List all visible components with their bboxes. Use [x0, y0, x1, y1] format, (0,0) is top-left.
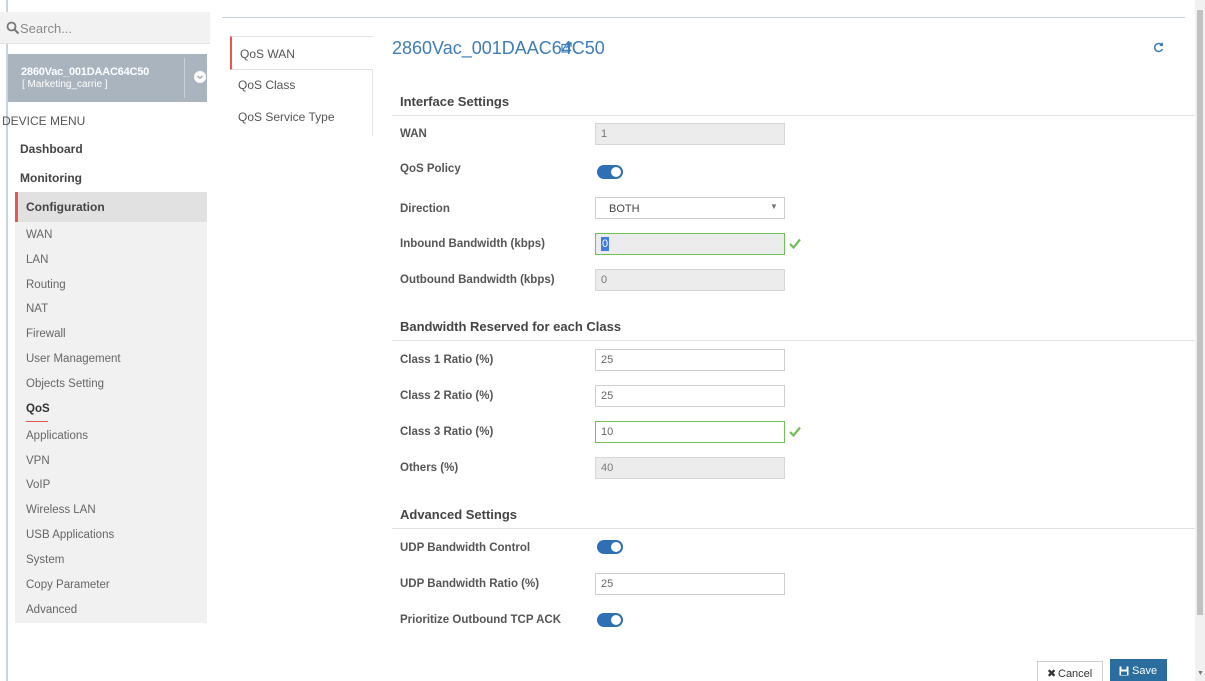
section-divider [392, 115, 1195, 116]
search-box[interactable]: Search... [0, 12, 210, 44]
chevron-down-icon[interactable] [194, 71, 206, 83]
direction-value: BOTH [609, 203, 640, 215]
menu-item-monitoring[interactable]: Monitoring [20, 171, 82, 185]
toggle-knob [611, 542, 621, 552]
save-button-label: Save [1132, 665, 1158, 677]
direction-label: Direction [400, 203, 450, 215]
device-menu-title: DEVICE MENU [2, 114, 86, 128]
device-name: 2860Vac_001DAAC64C50 [21, 66, 150, 78]
others-field: 40 [595, 457, 785, 479]
scrollbar[interactable]: ▼ [1195, 0, 1205, 681]
udp-bandwidth-control-label: UDP Bandwidth Control [400, 542, 531, 554]
qos-policy-toggle[interactable] [597, 165, 623, 179]
submenu-item-system[interactable]: System [26, 554, 64, 566]
udp-bandwidth-control-toggle[interactable] [597, 540, 623, 554]
tab-qos-class-label: QoS Class [238, 78, 296, 92]
check-icon [789, 238, 801, 249]
qos-tabs: QoS WAN QoS Class QoS Service Type [230, 36, 373, 136]
save-icon [1119, 666, 1129, 676]
menu-item-configuration[interactable]: Configuration [15, 192, 207, 222]
submenu-item-vpn[interactable]: VPN [26, 455, 50, 467]
active-indicator [26, 421, 48, 422]
page-title: 2860Vac_001DAAC64C50 [392, 38, 605, 58]
submenu-item-usb-applications[interactable]: USB Applications [26, 529, 114, 541]
tab-qos-wan[interactable]: QoS WAN [230, 36, 373, 70]
submenu-item-objects-setting[interactable]: Objects Setting [26, 378, 104, 390]
udp-bandwidth-ratio-field[interactable]: 25 [595, 573, 785, 595]
class1-ratio-label: Class 1 Ratio (%) [400, 354, 494, 366]
save-button[interactable]: Save [1110, 659, 1167, 681]
cancel-button[interactable]: ✖ Cancel [1037, 661, 1103, 681]
menu-item-dashboard[interactable]: Dashboard [20, 142, 83, 156]
class2-ratio-field[interactable]: 25 [595, 385, 785, 407]
submenu-item-user-management[interactable]: User Management [26, 353, 121, 365]
others-label: Others (%) [400, 462, 459, 474]
section-title-interface-settings: Interface Settings [400, 94, 510, 109]
tab-qos-wan-label: QoS WAN [240, 47, 295, 61]
scroll-down-icon[interactable]: ▼ [1197, 670, 1204, 677]
tab-qos-service-type-label: QoS Service Type [238, 110, 335, 124]
section-title-advanced-settings: Advanced Settings [400, 507, 518, 522]
check-icon [789, 426, 801, 437]
inbound-bandwidth-value: 0 [601, 237, 610, 251]
toggle-knob [611, 615, 621, 625]
refresh-icon[interactable] [1153, 42, 1164, 53]
scrollbar-thumb[interactable] [1197, 10, 1203, 615]
submenu-item-wireless-lan[interactable]: Wireless LAN [26, 504, 96, 516]
search-icon [6, 21, 20, 35]
udp-bandwidth-ratio-label: UDP Bandwidth Ratio (%) [400, 578, 540, 590]
outbound-bandwidth-field: 0 [595, 269, 785, 291]
close-icon: ✖ [1047, 668, 1057, 680]
section-divider [392, 528, 1195, 529]
wan-field: 1 [595, 123, 785, 145]
class3-ratio-label: Class 3 Ratio (%) [400, 426, 494, 438]
submenu-item-lan[interactable]: LAN [26, 254, 48, 266]
submenu-item-nat[interactable]: NAT [26, 303, 48, 315]
outbound-bandwidth-label: Outbound Bandwidth (kbps) [400, 274, 555, 286]
inbound-bandwidth-label: Inbound Bandwidth (kbps) [400, 238, 546, 250]
wan-label: WAN [400, 128, 427, 140]
submenu-item-routing[interactable]: Routing [26, 279, 66, 291]
submenu-item-wan[interactable]: WAN [26, 229, 52, 241]
submenu-item-applications[interactable]: Applications [26, 430, 88, 442]
toggle-knob [611, 167, 621, 177]
section-divider [392, 340, 1195, 341]
submenu-item-voip[interactable]: VoIP [26, 479, 50, 491]
qos-policy-label: QoS Policy [400, 163, 461, 175]
submenu-item-qos[interactable]: QoS [26, 403, 50, 415]
submenu-item-advanced[interactable]: Advanced [26, 604, 77, 616]
sidebar: Search... 2860Vac_001DAAC64C50 [ Marketi… [0, 0, 210, 681]
device-selector[interactable]: 2860Vac_001DAAC64C50 [ Marketing_carrie … [8, 54, 207, 102]
search-input[interactable]: Search... [20, 21, 72, 36]
header-divider [222, 17, 1185, 18]
inbound-bandwidth-field[interactable]: 0 [595, 233, 785, 255]
device-divider [184, 58, 185, 98]
tab-qos-service-type[interactable]: QoS Service Type [230, 100, 373, 134]
class1-ratio-field[interactable]: 25 [595, 349, 785, 371]
tab-qos-class[interactable]: QoS Class [230, 68, 373, 102]
direction-select[interactable]: BOTH ▼ [595, 197, 785, 219]
submenu-item-firewall[interactable]: Firewall [26, 328, 66, 340]
submenu-item-copy-parameter[interactable]: Copy Parameter [26, 579, 110, 591]
prioritize-tcp-ack-label: Prioritize Outbound TCP ACK [400, 614, 561, 626]
class2-ratio-label: Class 2 Ratio (%) [400, 390, 494, 402]
sidebar-edge [6, 0, 8, 681]
device-group: [ Marketing_carrie ] [22, 79, 108, 90]
class3-ratio-field[interactable]: 10 [595, 421, 785, 443]
dropdown-caret-icon: ▼ [770, 202, 778, 211]
menu-item-configuration-label: Configuration [26, 200, 105, 214]
external-link-icon[interactable] [561, 42, 572, 53]
section-title-bandwidth-reserved: Bandwidth Reserved for each Class [400, 319, 622, 334]
cancel-button-label: Cancel [1058, 668, 1093, 680]
prioritize-tcp-ack-toggle[interactable] [597, 613, 623, 627]
